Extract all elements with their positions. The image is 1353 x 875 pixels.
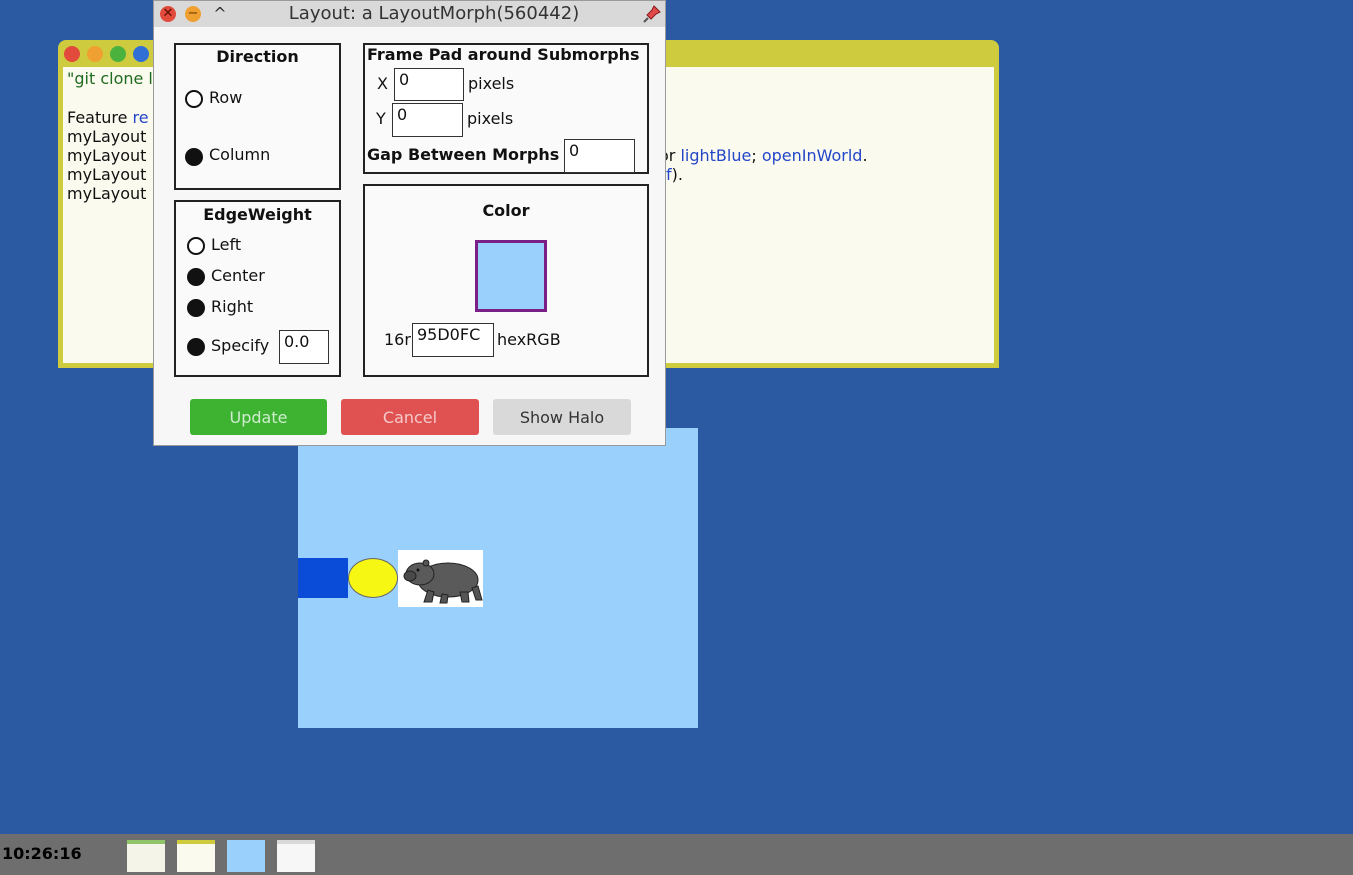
clock: 10:26:16 [2,844,82,863]
code-text: . [862,146,868,165]
color-swatch[interactable] [475,240,547,312]
code-line-2: Feature re [67,108,149,127]
code-text: ). [671,165,683,184]
code-text: ; [751,146,762,165]
code-text: Feature [67,108,133,127]
edgeweight-heading: EdgeWeight [203,205,312,224]
code-link: re [132,108,149,127]
radio-column[interactable] [185,148,203,166]
direction-panel: Direction Row Column [174,43,341,190]
close-icon[interactable]: ✕ [160,6,176,22]
collapse-icon[interactable]: ^ [212,4,228,23]
edgeweight-panel: EdgeWeight Left Center Right Specify 0.0 [174,200,341,377]
layout-dialog[interactable]: ✕ − ^ Layout: a LayoutMorph(560442) Dire… [153,0,666,446]
y-label: Y [376,109,386,128]
update-button[interactable]: Update [190,399,327,435]
radio-specify[interactable] [187,338,205,356]
gap-field[interactable]: 0 [564,139,635,173]
radio-left[interactable] [187,237,205,255]
minimize-icon[interactable] [87,46,103,62]
pad-y-field[interactable]: 0 [392,103,463,137]
code-line-4: myLayout [67,146,147,165]
code-line-4-tail: or lightBlue; openInWorld. [659,146,868,165]
hex-field[interactable]: 95D0FC [412,323,494,357]
cancel-button[interactable]: Cancel [341,399,479,435]
frame-pad-heading: Frame Pad around Submorphs [367,45,640,64]
color-panel: Color 16r 95D0FC hexRGB [363,184,649,377]
radix-label: 16r [384,330,411,349]
pad-x-field[interactable]: 0 [394,68,464,101]
radio-right-label: Right [211,297,254,316]
layout-morph[interactable] [298,428,698,728]
taskbar-thumb-browser[interactable] [127,840,165,872]
dialog-titlebar[interactable]: ✕ − ^ Layout: a LayoutMorph(560442) [154,1,665,27]
code-link: lightBlue [680,146,752,165]
hex-suffix-label: hexRGB [497,330,561,349]
expand-icon[interactable] [110,46,126,62]
radio-left-label: Left [211,235,242,254]
x-label: X [377,74,388,93]
radio-specify-label: Specify [211,336,270,355]
direction-heading: Direction [216,47,299,66]
code-line-5: myLayout [67,165,147,184]
taskbar: 10:26:16 [0,834,1353,875]
menu-down-icon[interactable] [133,46,149,62]
radio-column-label: Column [209,145,271,164]
frame-pad-panel: Frame Pad around Submorphs X 0 pixels Y … [363,43,649,174]
x-unit-label: pixels [468,74,515,93]
taskbar-thumb-layout-dialog[interactable] [277,840,315,872]
dialog-title: Layout: a LayoutMorph(560442) [288,3,580,24]
radio-row-label: Row [209,88,243,107]
capybara-icon [403,559,483,604]
gap-label: Gap Between Morphs [367,145,560,164]
code-link: openInWorld [761,146,863,165]
minimize-icon[interactable]: − [185,6,201,22]
color-heading: Color [482,201,530,220]
pin-icon[interactable] [642,4,662,24]
code-line-3: myLayout [67,127,147,146]
code-line-6: myLayout [67,184,147,203]
blue-rectangle-morph[interactable] [298,558,348,598]
code-line-5-tail: f). [666,165,683,184]
code-line-1: "git clone l [67,69,153,88]
y-unit-label: pixels [467,109,514,128]
radio-center-label: Center [211,266,265,285]
taskbar-thumb-layout-morph[interactable] [227,840,265,872]
radio-row[interactable] [185,90,203,108]
radio-center[interactable] [187,268,205,286]
pin-icon-glyph [643,5,661,23]
taskbar-thumb-workspace[interactable] [177,840,215,872]
yellow-ellipse-morph[interactable] [348,558,398,598]
capybara-image-morph[interactable] [398,550,483,607]
radio-right[interactable] [187,299,205,317]
show-halo-button[interactable]: Show Halo [493,399,631,435]
specify-value-field[interactable]: 0.0 [279,330,329,364]
close-icon[interactable] [64,46,80,62]
